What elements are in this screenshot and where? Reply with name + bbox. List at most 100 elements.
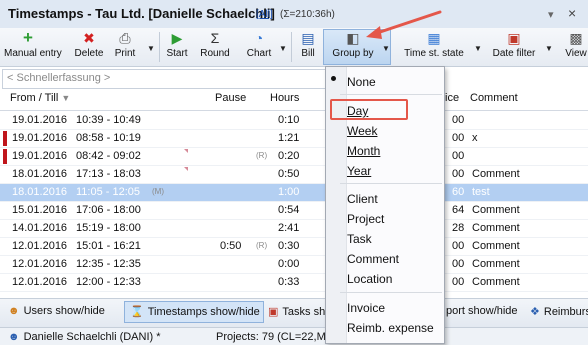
table-row[interactable]: 19.01.2016 08:42 - 09:02 (R) 0:20 00: [0, 148, 588, 166]
cell-date: 19.01.2016: [12, 114, 68, 126]
pin-icon[interactable]: ▾: [548, 8, 554, 21]
close-icon[interactable]: ×: [568, 5, 576, 21]
table-row[interactable]: 19.01.2016 08:58 - 10:19 1:21 00 x: [0, 130, 588, 148]
cell-comment: Comment: [472, 222, 520, 234]
annotation-arrow: [366, 10, 442, 39]
menu-item-invoice[interactable]: Invoice: [347, 301, 385, 315]
menu-item-month[interactable]: Month: [347, 144, 380, 158]
bill-icon: ▤: [301, 30, 315, 46]
menu-separator: [340, 183, 442, 184]
selected-bullet-icon: [331, 76, 336, 81]
chart-button[interactable]: ◔ Chart: [245, 30, 273, 64]
r-marker: (R): [256, 151, 268, 160]
quick-entry-input[interactable]: < Schnellerfassung >: [2, 69, 334, 89]
cell-hours: 0:30: [278, 240, 300, 252]
toolbar-separator: [159, 32, 160, 62]
menu-item-week[interactable]: Week: [347, 124, 377, 138]
cell-hours: 0:20: [278, 150, 300, 162]
round-button[interactable]: Σ Round: [199, 30, 231, 64]
cell-comment: Comment: [472, 168, 520, 180]
table-row[interactable]: 12.01.2016 12:00 - 12:33 0:33 00 Comment: [0, 274, 588, 292]
cell-time: 10:39 - 10:49: [76, 114, 141, 126]
cell-price: 00: [452, 132, 465, 144]
table-row[interactable]: 12.01.2016 12:35 - 12:35 0:00 00 Comment: [0, 256, 588, 274]
chart-dropdown-icon[interactable]: ▼: [279, 44, 287, 53]
users-icon: ☻: [8, 305, 20, 317]
delete-button[interactable]: ✖ Delete: [74, 30, 104, 64]
column-header-hours[interactable]: Hours: [270, 92, 299, 104]
cell-price: 00: [452, 150, 465, 162]
cell-time: 15:01 - 16:21: [76, 240, 141, 252]
table-row[interactable]: 12.01.2016 15:01 - 16:21 0:50 (R) 0:30 00 Comm…: [0, 238, 588, 256]
cell-comment: Comment: [472, 276, 520, 288]
report-toggle-button[interactable]: port show/hide: [446, 305, 518, 317]
print-button[interactable]: ⎙ Print: [110, 30, 140, 64]
cell-time: 17:13 - 18:03: [76, 168, 141, 180]
cell-price: 00: [452, 114, 465, 126]
table-row[interactable]: 19.01.2016 10:39 - 10:49 0:10 00: [0, 112, 588, 130]
bill-button[interactable]: ▤ Bill: [297, 30, 319, 64]
timestamps-toggle-button[interactable]: ⌛ Timestamps show/hide: [130, 305, 260, 318]
cell-price: 64: [452, 204, 465, 216]
manual-entry-button[interactable]: + Manual entry: [4, 29, 62, 64]
menu-item-location[interactable]: Location: [347, 272, 392, 286]
cell-date: 12.01.2016: [12, 276, 68, 288]
cell-pause: 0:50: [220, 240, 242, 252]
title-total: (Σ=210:36h): [280, 9, 335, 20]
cell-tag: (M): [152, 187, 164, 196]
cell-hours: 2:41: [278, 222, 300, 234]
cell-time: 12:00 - 12:33: [76, 276, 141, 288]
menu-item-comment[interactable]: Comment: [347, 252, 399, 266]
menu-separator: [340, 292, 442, 293]
cell-comment: Comment: [472, 204, 520, 216]
cell-price: 28: [452, 222, 465, 234]
cell-price: 60: [452, 186, 465, 198]
calendar-12-icon: ▣: [268, 306, 279, 318]
table-row[interactable]: 18.01.2016 17:13 - 18:03 0:50 00 Comment: [0, 166, 588, 184]
view-button[interactable]: ▩ View: [565, 30, 587, 64]
cell-hours: 0:33: [278, 276, 300, 288]
user-icon: ☻: [8, 331, 20, 343]
cell-time: 11:05 - 12:05: [76, 186, 141, 198]
table-row[interactable]: 14.01.2016 15:19 - 18:00 2:41 28 Comment: [0, 220, 588, 238]
column-header-comment[interactable]: Comment: [470, 92, 518, 104]
date-filter-dropdown-icon[interactable]: ▼: [545, 44, 553, 53]
cell-date: 12.01.2016: [12, 240, 68, 252]
hourglass-icon: ⌛: [130, 306, 144, 318]
cell-date: 15.01.2016: [12, 204, 68, 216]
cell-date: 18.01.2016: [12, 168, 68, 180]
print-dropdown-icon[interactable]: ▼: [147, 44, 155, 53]
menu-item-reimb-expense[interactable]: Reimb. expense: [347, 321, 434, 335]
time-state-dropdown-icon[interactable]: ▼: [474, 44, 482, 53]
menu-item-client[interactable]: Client: [347, 192, 378, 206]
note-indicator: [184, 149, 188, 153]
cell-hours: 0:54: [278, 204, 300, 216]
reimburse-toggle-button[interactable]: ❖ Reimburs: [530, 305, 588, 318]
menu-item-task[interactable]: Task: [347, 232, 372, 246]
cell-comment: Comment: [472, 258, 520, 270]
column-header-pause[interactable]: Pause: [215, 92, 246, 104]
menu-item-project[interactable]: Project: [347, 212, 384, 226]
column-header-price[interactable]: ice: [445, 92, 459, 104]
start-button[interactable]: ▶ Start: [164, 30, 190, 64]
users-toggle-button[interactable]: ☻ Users show/hide: [8, 305, 105, 317]
column-header-from-till[interactable]: From / Till ▼: [10, 92, 70, 104]
cell-price: 00: [452, 240, 465, 252]
title-filter-link[interactable]: [All]: [256, 9, 273, 20]
table-row[interactable]: 15.01.2016 17:06 - 18:00 0:54 64 Comment: [0, 202, 588, 220]
cell-date: 12.01.2016: [12, 258, 68, 270]
tasks-toggle-button[interactable]: ▣ Tasks sh: [268, 305, 325, 318]
sigma-icon: Σ: [210, 30, 220, 46]
status-marker: [3, 131, 7, 146]
play-icon: ▶: [171, 30, 183, 46]
pie-chart-icon: ◔: [254, 30, 264, 46]
status-marker: [3, 149, 7, 164]
table-row[interactable]: 18.01.2016 11:05 - 12:05 (M) 1:00 60 test: [0, 184, 588, 202]
menu-item-year[interactable]: Year: [347, 164, 371, 178]
cell-time: 12:35 - 12:35: [76, 258, 141, 270]
cell-price: 00: [452, 168, 465, 180]
menu-item-none[interactable]: None: [347, 75, 376, 89]
cell-hours: 0:10: [278, 114, 300, 126]
date-filter-button[interactable]: ▣ Date filter: [492, 30, 536, 64]
header-divider: [0, 110, 588, 111]
